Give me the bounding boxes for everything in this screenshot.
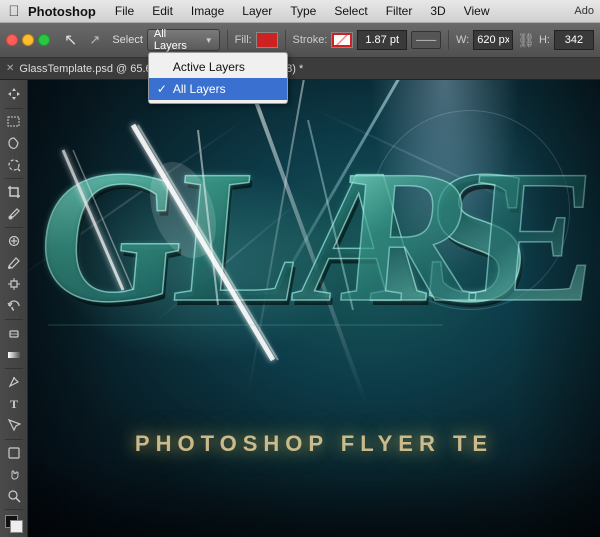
dropdown-item-all-layers[interactable]: ✓ All Layers — [149, 78, 287, 100]
gradient-tool-icon[interactable] — [3, 345, 25, 366]
height-label: H: — [539, 34, 550, 46]
tool-separator-1 — [5, 108, 23, 109]
menu-3d[interactable]: 3D — [427, 4, 448, 18]
background-color[interactable] — [10, 520, 23, 533]
tool-separator-6 — [5, 439, 23, 440]
menu-view[interactable]: View — [461, 4, 493, 18]
stroke-style-swatch[interactable] — [331, 32, 353, 48]
move-tool-icon[interactable] — [3, 84, 25, 105]
stroke-label: Stroke: — [293, 34, 328, 46]
close-button[interactable] — [6, 34, 18, 46]
glass-text-svg: GLAS GLAS GLAS RE RE — [43, 110, 593, 420]
history-brush-tool-icon[interactable] — [3, 296, 25, 317]
quick-select-tool-icon[interactable] — [3, 155, 25, 176]
height-input[interactable] — [554, 30, 594, 50]
tool-separator-5 — [5, 368, 23, 369]
tool-separator-2 — [5, 178, 23, 179]
menu-select[interactable]: Select — [331, 4, 370, 18]
fg-bg-colors — [5, 515, 23, 533]
eyedropper-tool-icon[interactable] — [3, 204, 25, 225]
app-name: Photoshop — [28, 4, 96, 19]
separator-1 — [227, 30, 228, 50]
active-layers-label: Active Layers — [173, 60, 245, 74]
fill-label: Fill: — [235, 34, 252, 46]
stroke-style-selector[interactable]: —— — [411, 31, 441, 49]
menu-filter[interactable]: Filter — [383, 4, 416, 18]
all-layers-label: All Layers — [173, 82, 226, 96]
minimize-button[interactable] — [22, 34, 34, 46]
left-tools-panel: T — [0, 80, 28, 537]
menu-type[interactable]: Type — [287, 4, 319, 18]
hand-tool-icon[interactable] — [3, 464, 25, 485]
select-lasso-tool-icon[interactable] — [3, 133, 25, 154]
menu-image[interactable]: Image — [188, 4, 227, 18]
menu-layer[interactable]: Layer — [239, 4, 275, 18]
direct-select-tool-icon[interactable]: ↗ — [85, 30, 104, 50]
dropdown-chevron-icon: ▼ — [205, 36, 213, 45]
tool-separator-3 — [5, 227, 23, 228]
brush-tool-icon[interactable] — [3, 253, 25, 274]
arrow-tool-icon[interactable]: ↖ — [60, 28, 81, 52]
tab-close-icon[interactable]: ✕ — [6, 63, 14, 74]
select-label: Select — [112, 34, 143, 46]
separator-2 — [285, 30, 286, 50]
width-label: W: — [456, 34, 469, 46]
type-tool-icon[interactable]: T — [3, 394, 25, 415]
tabbar: ✕ GlassTemplate.psd @ 65.6% (Ellipse 1 c… — [0, 58, 600, 80]
spot-heal-tool-icon[interactable] — [3, 231, 25, 252]
fill-color-swatch[interactable] — [256, 32, 278, 48]
width-input[interactable] — [473, 30, 513, 50]
tool-separator-7 — [5, 509, 23, 510]
check-active-icon: ✓ — [157, 82, 167, 96]
subtitle-text: PHOTOSHOP FLYER TE — [28, 431, 600, 457]
menu-edit[interactable]: Edit — [149, 4, 176, 18]
bottom-fade — [28, 457, 600, 537]
layer-select-dropdown[interactable]: All Layers ▼ Active Layers ✓ All Layers — [147, 29, 220, 51]
shape-tool-icon[interactable] — [3, 443, 25, 464]
pen-tool-icon[interactable] — [3, 372, 25, 393]
stroke-width-input[interactable] — [357, 30, 407, 50]
clone-stamp-tool-icon[interactable] — [3, 274, 25, 295]
apple-logo-icon[interactable]:  — [6, 3, 22, 19]
canvas-area: GLAS GLAS GLAS RE RE — [28, 80, 600, 537]
dropdown-item-active-layers[interactable]: Active Layers — [149, 56, 287, 78]
crop-tool-icon[interactable] — [3, 182, 25, 203]
layer-dropdown-menu: Active Layers ✓ All Layers — [148, 52, 288, 104]
svg-text:T: T — [10, 397, 18, 411]
dropdown-selected-label: All Layers — [154, 28, 202, 52]
toolbar: ↖ ↗ Select All Layers ▼ Active Layers ✓ … — [0, 23, 600, 58]
menu-file[interactable]: File — [112, 4, 137, 18]
canvas-bg[interactable]: GLAS GLAS GLAS RE RE — [28, 80, 600, 537]
stroke-style-icon: —— — [416, 35, 436, 46]
svg-text:RE: RE — [333, 131, 593, 342]
tool-separator-4 — [5, 319, 23, 320]
menubar-right-text: Ado — [574, 5, 594, 17]
eraser-tool-icon[interactable] — [3, 323, 25, 344]
color-swatches[interactable] — [5, 515, 23, 533]
zoom-tool-icon[interactable] — [3, 486, 25, 507]
select-rect-tool-icon[interactable] — [3, 111, 25, 132]
maximize-button[interactable] — [38, 34, 50, 46]
link-icon[interactable]: ⛓ — [517, 32, 535, 49]
menubar:  Photoshop File Edit Image Layer Type S… — [0, 0, 600, 23]
path-select-tool-icon[interactable] — [3, 415, 25, 436]
separator-3 — [448, 30, 449, 50]
